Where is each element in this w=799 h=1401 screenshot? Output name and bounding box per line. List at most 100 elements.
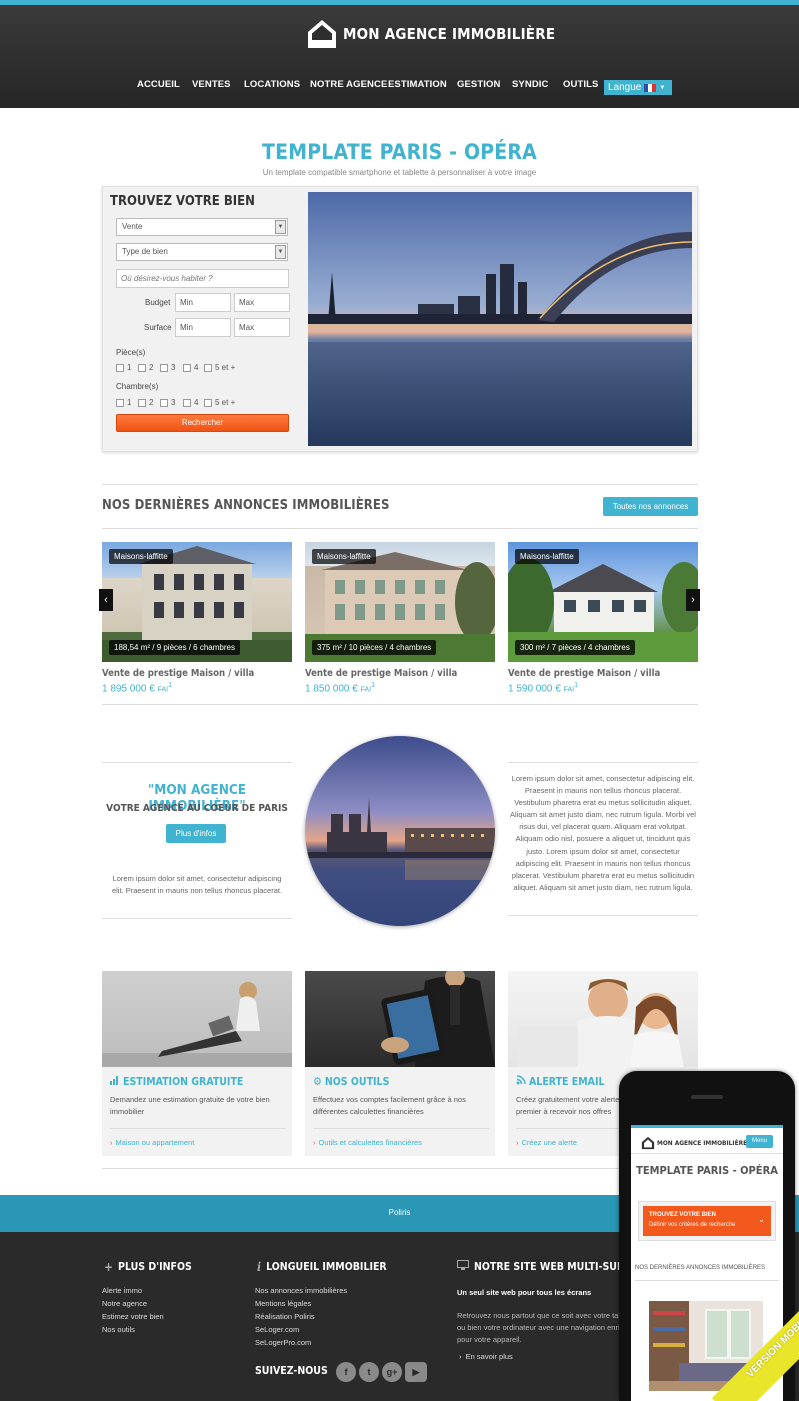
mobile-search-panel: TROUVEZ VOTRE BIEN Définir vos critères … bbox=[638, 1201, 776, 1241]
bedrooms-checkbox-3[interactable]: 3 bbox=[160, 398, 175, 407]
google-plus-icon[interactable]: g+ bbox=[382, 1362, 402, 1382]
budget-max-input[interactable]: Max bbox=[234, 293, 290, 312]
nav-locations[interactable]: LOCATIONS bbox=[244, 79, 300, 90]
footer-learn-more-link[interactable]: › En savoir plus bbox=[459, 1352, 513, 1361]
surface-max-input[interactable]: Max bbox=[234, 318, 290, 337]
divider bbox=[102, 484, 698, 485]
feature-card-tools[interactable]: ⚙ NOS OUTILS Effectuez vos comptes facil… bbox=[305, 971, 495, 1156]
footer-link[interactable]: Nos outils bbox=[102, 1325, 135, 1334]
listing-title[interactable]: Vente de prestige Maison / villa bbox=[102, 668, 254, 679]
footer-link[interactable]: Réalisation Poliris bbox=[255, 1312, 315, 1321]
house-icon bbox=[308, 20, 336, 48]
chevron-down-icon: ▼ bbox=[275, 220, 286, 234]
page-subtitle: Un template compatible smartphone et tab… bbox=[262, 168, 537, 177]
version-mobile-ribbon: VERSION MOBILE bbox=[689, 1291, 799, 1401]
listing-photo[interactable]: Maisons-laffitte 188,54 m² / 9 pièces / … bbox=[102, 542, 292, 662]
transaction-select[interactable]: Vente ▼ bbox=[116, 218, 288, 236]
divider bbox=[313, 1128, 489, 1129]
rooms-checkbox-2[interactable]: 2 bbox=[138, 363, 153, 372]
rss-icon bbox=[516, 1075, 526, 1088]
all-listings-button[interactable]: Toutes nos annonces bbox=[603, 497, 698, 516]
mobile-menu-button[interactable]: Menu bbox=[746, 1135, 773, 1148]
footer-link[interactable]: SeLogerPro.com bbox=[255, 1338, 311, 1347]
bedrooms-checkbox-1[interactable]: 1 bbox=[116, 398, 131, 407]
site-header: MON AGENCE IMMOBILIÈRE ACCUEIL VENTES LO… bbox=[0, 0, 799, 108]
language-selector[interactable]: Langue ▼ bbox=[604, 80, 672, 95]
bedrooms-checkbox-4[interactable]: 4 bbox=[183, 398, 198, 407]
listing-card[interactable]: Maisons-laffitte 300 m² / 7 pièces / 4 c… bbox=[508, 542, 698, 694]
twitter-icon[interactable]: t bbox=[359, 1362, 379, 1382]
chevron-down-icon: ⌄ bbox=[758, 1215, 765, 1224]
listing-title[interactable]: Vente de prestige Maison / villa bbox=[305, 668, 457, 679]
surface-label: Surface bbox=[144, 323, 172, 332]
house-icon bbox=[641, 1136, 655, 1150]
divider bbox=[102, 528, 698, 529]
nav-estimation[interactable]: ESTIMATION bbox=[388, 79, 447, 90]
about-agency-block: "MON AGENCE IMMOBILIÈRE" VOTRE AGENCE AU… bbox=[102, 762, 292, 919]
nav-ventes[interactable]: VENTES bbox=[192, 79, 231, 90]
mobile-header: MON AGENCE IMMOBILIÈRE Menu bbox=[631, 1128, 783, 1154]
feature-title: ESTIMATION GRATUITE bbox=[110, 1075, 243, 1088]
mobile-logo[interactable]: MON AGENCE IMMOBILIÈRE bbox=[641, 1136, 747, 1150]
mobile-page-title: TEMPLATE PARIS - OPÉRA bbox=[636, 1164, 778, 1177]
rooms-checkbox-3[interactable]: 3 bbox=[160, 363, 175, 372]
feature-link[interactable]: › Créez une alerte bbox=[516, 1138, 577, 1147]
footer-link[interactable]: Estimez votre bien bbox=[102, 1312, 164, 1321]
nav-gestion[interactable]: GESTION bbox=[457, 79, 500, 90]
rooms-checkbox-4[interactable]: 4 bbox=[183, 363, 198, 372]
footer-multisupport-bold: Un seul site web pour tous les écrans bbox=[457, 1288, 592, 1297]
footer-link[interactable]: SeLoger.com bbox=[255, 1325, 299, 1334]
chevron-down-icon: ▼ bbox=[659, 84, 666, 91]
rooms-checkbox-5plus[interactable]: 5 et + bbox=[204, 363, 235, 372]
feature-link[interactable]: › Outils et calculettes financières bbox=[313, 1138, 422, 1147]
hero-paris-photo bbox=[308, 192, 692, 446]
footer-link[interactable]: Mentions légales bbox=[255, 1299, 311, 1308]
carousel-next-arrow-icon[interactable]: › bbox=[686, 589, 700, 611]
search-title: TROUVEZ VOTRE BIEN bbox=[110, 194, 255, 209]
feature-photo bbox=[305, 971, 495, 1067]
transaction-value: Vente bbox=[122, 222, 143, 231]
facebook-icon[interactable]: f bbox=[336, 1362, 356, 1382]
footer-link[interactable]: Notre agence bbox=[102, 1299, 147, 1308]
feature-card-estimation[interactable]: ESTIMATION GRATUITE Demandez une estimat… bbox=[102, 971, 292, 1156]
bedrooms-label: Chambre(s) bbox=[116, 382, 159, 391]
footer-link[interactable]: Nos annonces immobilières bbox=[255, 1286, 347, 1295]
listing-photo[interactable]: Maisons-laffitte 300 m² / 7 pièces / 4 c… bbox=[508, 542, 698, 662]
feature-title: ⚙ NOS OUTILS bbox=[313, 1075, 390, 1088]
follow-us-title: SUIVEZ-NOUS bbox=[255, 1365, 328, 1377]
more-info-button[interactable]: Plus d'infos bbox=[166, 824, 226, 843]
location-input[interactable]: Où désirez-vous habiter ? bbox=[116, 269, 289, 288]
divider bbox=[102, 1168, 698, 1169]
listing-card[interactable]: Maisons-laffitte 375 m² / 10 pièces / 4 … bbox=[305, 542, 495, 694]
surface-min-input[interactable]: Min bbox=[175, 318, 231, 337]
info-icon: i bbox=[257, 1260, 262, 1274]
feature-photo bbox=[508, 971, 698, 1067]
footer-link[interactable]: Alerte immo bbox=[102, 1286, 142, 1295]
rooms-checkbox-1[interactable]: 1 bbox=[116, 363, 131, 372]
listing-photo[interactable]: Maisons-laffitte 375 m² / 10 pièces / 4 … bbox=[305, 542, 495, 662]
feature-photo bbox=[102, 971, 292, 1067]
nav-accueil[interactable]: ACCUEIL bbox=[137, 79, 180, 90]
version-mobile-label: VERSION MOBILE bbox=[711, 1291, 799, 1401]
about-subtitle: VOTRE AGENCE AU COEUR DE PARIS bbox=[106, 803, 288, 814]
plus-icon: + bbox=[104, 1260, 114, 1274]
nav-outils[interactable]: OUTILS bbox=[563, 79, 598, 90]
search-button[interactable]: Rechercher bbox=[116, 414, 289, 432]
bedrooms-checkbox-5plus[interactable]: 5 et + bbox=[204, 398, 235, 407]
property-type-select[interactable]: Type de bien ▼ bbox=[116, 243, 288, 261]
footer-agency-title: i LONGUEIL IMMOBILIER bbox=[257, 1260, 387, 1274]
search-panel: TROUVEZ VOTRE BIEN Vente ▼ Type de bien … bbox=[102, 186, 698, 452]
nav-syndic[interactable]: SYNDIC bbox=[512, 79, 549, 90]
mobile-search-toggle[interactable]: TROUVEZ VOTRE BIEN Définir vos critères … bbox=[643, 1206, 771, 1236]
chevron-right-icon: › bbox=[313, 1138, 316, 1147]
feature-link[interactable]: › Maison ou appartement bbox=[110, 1138, 194, 1147]
listing-city: Maisons-laffitte bbox=[515, 549, 579, 564]
budget-min-input[interactable]: Min bbox=[175, 293, 231, 312]
listing-title[interactable]: Vente de prestige Maison / villa bbox=[508, 668, 660, 679]
bedrooms-checkbox-2[interactable]: 2 bbox=[138, 398, 153, 407]
youtube-icon[interactable]: ▶ bbox=[405, 1362, 427, 1382]
site-logo[interactable]: MON AGENCE IMMOBILIÈRE bbox=[306, 18, 555, 50]
nav-notre-agence[interactable]: NOTRE AGENCE bbox=[310, 79, 387, 90]
carousel-prev-arrow-icon[interactable]: ‹ bbox=[99, 589, 113, 611]
listing-card[interactable]: Maisons-laffitte 188,54 m² / 9 pièces / … bbox=[102, 542, 292, 694]
